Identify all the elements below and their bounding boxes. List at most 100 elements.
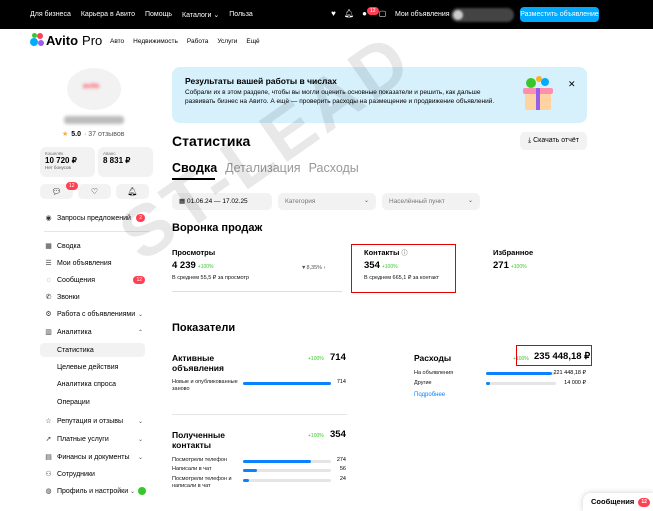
avito-pro-logo[interactable]: Avito Pro — [30, 32, 103, 48]
page-title: Статистика — [172, 133, 251, 149]
chat-badge: 12 — [66, 182, 78, 190]
advance-card[interactable]: Аванс 8 831 ₽ — [98, 147, 153, 177]
tab-details[interactable]: Детализация — [225, 161, 300, 175]
link-help[interactable]: Помощь — [145, 11, 172, 19]
favorites-value: 271 — [493, 260, 509, 271]
sidebar-item-messages[interactable]: ◌ Сообщения 12 — [44, 273, 149, 287]
category-placeholder: Категория — [285, 198, 316, 205]
rocket-icon: ➚ — [45, 436, 52, 443]
notifications-button[interactable]: 🔔︎ — [116, 184, 149, 199]
link-career[interactable]: Карьера в Авито — [81, 11, 135, 19]
contacts-row-1-value: 274 — [336, 457, 346, 463]
nav-more[interactable]: Ещё — [246, 38, 259, 45]
place-ad-button[interactable]: Разместить объявление — [520, 7, 599, 22]
contacts-row-1-label: Посмотрели телефон — [172, 457, 227, 463]
sidebar-item-reputation[interactable]: ☆ Репутация и отзывы ⌄ — [44, 414, 149, 428]
gift-box-illustration — [523, 76, 553, 110]
profile-name-blurred — [64, 116, 124, 124]
sidebar-item-label: Целевые действия — [57, 363, 119, 371]
logo-pro: Pro — [82, 32, 103, 48]
funnel-views[interactable]: Просмотры 4 239 +100% В среднем 55,5 ₽ за… — [172, 248, 249, 281]
account-menu[interactable] — [451, 8, 514, 22]
sidebar-item-summary[interactable]: ▦ Сводка — [44, 239, 149, 253]
heart-icon[interactable]: ♥ — [329, 10, 338, 18]
chevron-down-icon: ⌄ — [137, 436, 143, 443]
messages-widget[interactable]: Сообщения 12 — [583, 493, 653, 511]
active-ads-title-line1: Активные — [172, 353, 215, 363]
grid-icon: ▦ — [45, 243, 52, 250]
link-benefit[interactable]: Польза — [229, 11, 253, 19]
chat-bubble-icon: 💬︎ — [51, 187, 62, 196]
wallet-card[interactable]: Кошелёк 10 720 ₽ Нет бонусов — [40, 147, 95, 177]
link-catalogs[interactable]: Каталоги ⌄ — [182, 11, 219, 19]
list-icon: ☰ — [45, 260, 52, 267]
sidebar-item-staff[interactable]: ⚇ Сотрудники — [44, 467, 149, 481]
category-select[interactable]: Категория ⌄ — [278, 193, 376, 210]
sidebar-item-profile[interactable]: ◍ Профиль и настройки ⌄ — [44, 484, 149, 498]
contacts-row-2-bar — [243, 469, 258, 472]
nav-auto[interactable]: Авто — [110, 38, 124, 45]
message-icon: ◌ — [46, 276, 51, 284]
more-link[interactable]: Подробнее — [414, 392, 445, 398]
nav-realty[interactable]: Недвижимость — [133, 38, 178, 45]
date-range-filter[interactable]: ▦ 01.06.24 — 17.02.25 — [172, 193, 272, 210]
link-business[interactable]: Для бизнеса — [30, 11, 71, 19]
my-ads-link[interactable]: Мои объявления — [395, 11, 450, 18]
active-row-track — [243, 382, 331, 385]
nav-services[interactable]: Услуги — [217, 38, 237, 45]
tabs: Сводка Детализация Расходы — [172, 161, 359, 175]
funnel-favorites[interactable]: Избранное 271 +100% — [493, 248, 533, 271]
indicator-divider — [172, 414, 347, 415]
advance-value: 8 831 ₽ — [103, 156, 131, 165]
sidebar-item-calls[interactable]: ✆ Звонки — [44, 290, 149, 304]
contacts-row-2-value: 56 — [339, 466, 346, 472]
wallet-value: 10 720 ₽ — [45, 156, 77, 165]
sidebar-subitem-operations[interactable]: Операции — [40, 395, 145, 409]
highlight-box-contacts — [351, 244, 456, 293]
calendar-icon: ▦ — [179, 198, 187, 205]
bell-icon[interactable]: 🔔︎ — [344, 10, 354, 18]
active-ads-title-line2: объявления — [172, 363, 224, 373]
sidebar-subitem-statistics[interactable]: Статистика — [40, 343, 145, 357]
requests-icon: ◉ — [45, 215, 52, 222]
contacts-row-1-track — [243, 460, 331, 463]
nav-jobs[interactable]: Работа — [187, 38, 208, 45]
profile-rating[interactable]: ★ 5.0 · 37 отзывов — [62, 130, 124, 139]
contacts-row-3-label: Посмотрели телефон и написали в чат — [172, 476, 232, 489]
indicators-title: Показатели — [172, 322, 236, 334]
active-ads-value: 714 — [330, 352, 346, 363]
date-range-value: 01.06.24 — 17.02.25 — [186, 198, 248, 205]
expenses-row-1-label: На объявления — [414, 370, 454, 376]
sidebar-subitem-demand[interactable]: Аналитика спроса — [40, 377, 145, 391]
banner-body: Собрали их в этом разделе, чтобы вы могл… — [185, 89, 495, 105]
contacts-ind-pct: +100% — [308, 433, 324, 439]
heart-outline-icon: ♡ — [90, 187, 99, 196]
sidebar-item-my-ads[interactable]: ☰ Мои объявления — [44, 256, 149, 270]
sidebar-item-paid-services[interactable]: ➚ Платные услуги ⌄ — [44, 432, 149, 446]
tab-summary[interactable]: Сводка — [172, 161, 217, 175]
sidebar-item-finance[interactable]: ▤ Финансы и документы ⌄ — [44, 450, 149, 464]
sidebar-item-label: Сообщения — [57, 276, 95, 284]
contacts-row-2-label: Написали в чат — [172, 466, 212, 472]
watermark: ST-LEAD — [105, 18, 427, 277]
profile-avatar[interactable]: avito — [67, 68, 121, 110]
sidebar-subitem-target-actions[interactable]: Целевые действия — [40, 360, 145, 374]
active-row-bar — [243, 382, 331, 385]
close-icon[interactable]: ✕ — [568, 79, 576, 90]
star-icon: ☆ — [45, 418, 52, 425]
link-catalogs-label: Каталоги — [182, 12, 212, 19]
city-select[interactable]: Населённый пункт ⌄ — [382, 193, 480, 210]
tab-expenses[interactable]: Расходы — [309, 161, 359, 175]
chevron-down-icon: ⌄ — [129, 488, 135, 495]
sidebar-item-label: Платные услуги — [57, 435, 109, 443]
sidebar-item-analytics[interactable]: ▥ Аналитика ⌃ — [44, 325, 149, 339]
sidebar-item-requests[interactable]: ◉ Запросы предложений 2 — [44, 211, 149, 225]
chevron-down-icon: ⌄ — [137, 454, 143, 461]
download-report-button[interactable]: ⤓ Скачать отчёт — [520, 132, 587, 150]
sidebar-item-label: Сводка — [57, 242, 81, 250]
cart-icon[interactable]: ▢ — [378, 10, 387, 18]
sidebar-item-label: Аналитика — [57, 328, 92, 336]
favorites-button[interactable]: ♡ — [78, 184, 111, 199]
sidebar-item-ad-tools[interactable]: ⚙ Работа с объявлениями ⌄ — [44, 307, 149, 321]
bell-outline-icon: 🔔︎ — [127, 187, 138, 196]
